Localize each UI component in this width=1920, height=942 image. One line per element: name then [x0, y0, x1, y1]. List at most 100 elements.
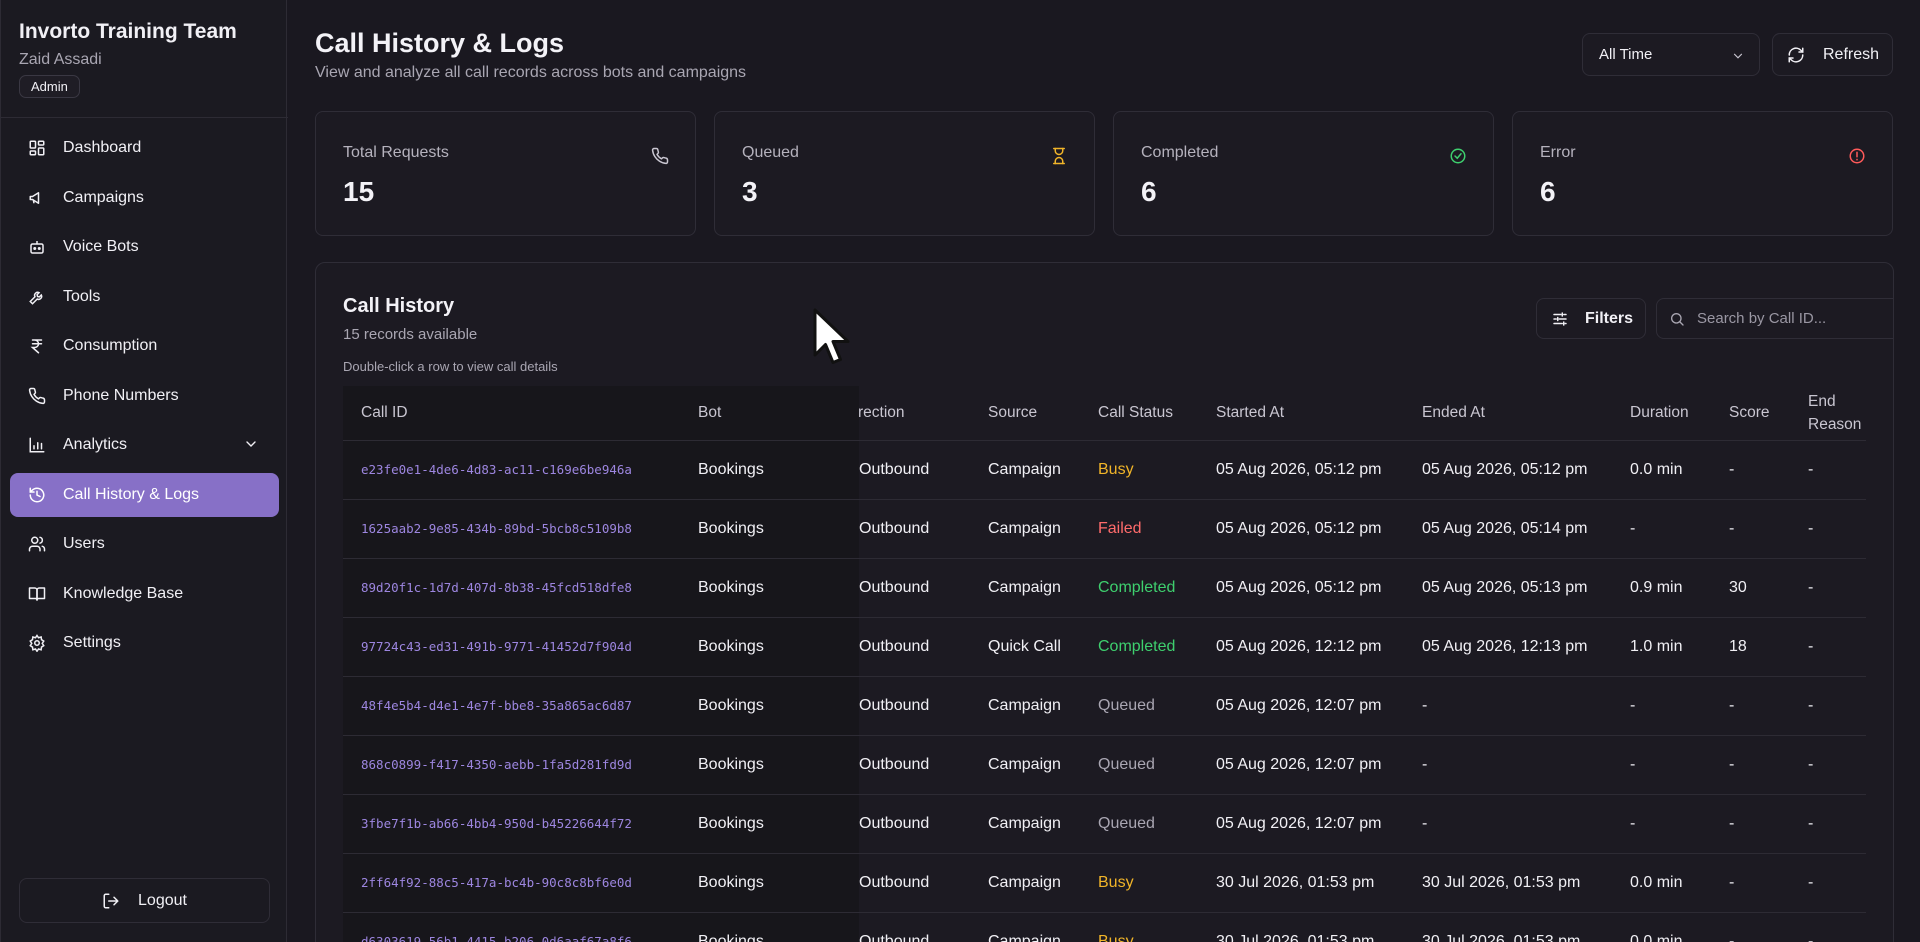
hourglass-icon	[1053, 147, 1065, 165]
sidebar-item-call-history[interactable]: Call History & Logs	[10, 472, 279, 517]
sidebar-item-voice-bots[interactable]: Voice Bots	[10, 225, 279, 269]
column-header-end-reason[interactable]: End Reason	[1790, 386, 1866, 441]
search-input[interactable]	[1697, 310, 1893, 327]
filters-label: Filters	[1585, 309, 1634, 327]
status-cell: Completed	[1080, 617, 1198, 677]
sidebar-item-campaigns[interactable]: Campaigns	[10, 176, 279, 220]
refresh-button[interactable]: Refresh	[1772, 33, 1893, 76]
call-id-cell[interactable]: e23fe0e1-4de6-4d83-ac11-c169e6be946a	[343, 440, 680, 500]
ended-at-cell: 05 Aug 2026, 12:13 pm	[1404, 617, 1612, 677]
table-row[interactable]: 868c0899-f417-4350-aebb-1fa5d281fd9d Boo…	[343, 735, 1866, 795]
sidebar-item-users[interactable]: Users	[10, 522, 279, 566]
table-row[interactable]: d6303619-56b1-4415-b206-0d6aaf67a8f6 Boo…	[343, 912, 1866, 942]
source-cell: Campaign	[970, 440, 1080, 500]
score-cell: -	[1711, 440, 1790, 500]
direction-cell: Outbound	[859, 676, 970, 736]
score-cell: 18	[1711, 617, 1790, 677]
column-header-ended-at[interactable]: Ended At	[1404, 386, 1612, 441]
column-header-score[interactable]: Score	[1711, 386, 1790, 441]
source-cell: Campaign	[970, 853, 1080, 913]
call-id-cell[interactable]: 97724c43-ed31-491b-9771-41452d7f904d	[343, 617, 680, 677]
sidebar-item-label: Call History & Logs	[63, 485, 200, 503]
status-cell: Busy	[1080, 853, 1198, 913]
table-row[interactable]: e23fe0e1-4de6-4d83-ac11-c169e6be946a Boo…	[343, 440, 1866, 500]
call-id-cell[interactable]: 3fbe7f1b-ab66-4bb4-950d-b45226644f72	[343, 794, 680, 854]
score-cell: -	[1711, 853, 1790, 913]
started-at-cell: 30 Jul 2026, 01:53 pm	[1198, 853, 1404, 913]
sliders-icon	[1553, 311, 1567, 326]
duration-cell: -	[1612, 676, 1711, 736]
source-cell: Campaign	[970, 912, 1080, 942]
stat-card-queued: Queued 3	[714, 111, 1095, 236]
logout-button[interactable]: Logout	[19, 878, 270, 923]
time-range-select[interactable]: All Time	[1582, 33, 1760, 76]
chevron-down-icon[interactable]	[243, 436, 259, 452]
table-row[interactable]: 89d20f1c-1d7d-407d-8b38-45fcd518dfe8 Boo…	[343, 558, 1866, 618]
direction-cell: Outbound	[859, 794, 970, 854]
sidebar-item-label: Dashboard	[63, 139, 142, 156]
stat-label: Queued	[742, 144, 799, 161]
sidebar-item-knowledge-base[interactable]: Knowledge Base	[10, 572, 279, 616]
sidebar-item-dashboard[interactable]: Dashboard	[10, 126, 279, 170]
bot-cell: Bookings	[680, 735, 859, 795]
call-id-cell[interactable]: d6303619-56b1-4415-b206-0d6aaf67a8f6	[343, 912, 680, 942]
column-header-source[interactable]: Source	[970, 386, 1080, 441]
column-header-duration[interactable]: Duration	[1612, 386, 1711, 441]
direction-cell: Outbound	[859, 735, 970, 795]
table-row[interactable]: 1625aab2-9e85-434b-89bd-5bcb8c5109b8 Boo…	[343, 499, 1866, 559]
started-at-cell: 05 Aug 2026, 05:12 pm	[1198, 558, 1404, 618]
sidebar-item-tools[interactable]: Tools	[10, 275, 279, 319]
started-at-cell: 05 Aug 2026, 12:07 pm	[1198, 735, 1404, 795]
column-header-direction[interactable]: rection	[858, 386, 970, 441]
source-cell: Quick Call	[970, 617, 1080, 677]
logout-label: Logout	[138, 891, 187, 909]
app-window: Invorto Training Team Zaid Assadi Admin …	[0, 0, 1920, 942]
score-cell: -	[1711, 794, 1790, 854]
end-reason-cell: -	[1790, 853, 1866, 913]
column-header-started-at[interactable]: Started At	[1198, 386, 1404, 441]
phone-icon	[651, 147, 669, 165]
call-id-cell[interactable]: 89d20f1c-1d7d-407d-8b38-45fcd518dfe8	[343, 558, 680, 618]
table-row[interactable]: 3fbe7f1b-ab66-4bb4-950d-b45226644f72 Boo…	[343, 794, 1866, 854]
sidebar-item-label: Users	[63, 535, 105, 552]
filters-button[interactable]: Filters	[1536, 298, 1646, 339]
table-row[interactable]: 2ff64f92-88c5-417a-bc4b-90c8c8bf6e0d Boo…	[343, 853, 1866, 913]
ended-at-cell: -	[1404, 676, 1612, 736]
sidebar-item-settings[interactable]: Settings	[10, 621, 279, 665]
ended-at-cell: -	[1404, 735, 1612, 795]
sidebar-item-phone-numbers[interactable]: Phone Numbers	[10, 374, 279, 418]
column-header-call-id[interactable]: Call ID	[343, 386, 680, 441]
started-at-cell: 30 Jul 2026, 01:53 pm	[1198, 912, 1404, 942]
stat-label: Total Requests	[343, 144, 449, 161]
end-reason-cell: -	[1790, 499, 1866, 559]
duration-cell: -	[1612, 794, 1711, 854]
direction-cell: Outbound	[859, 558, 970, 618]
book-icon	[28, 586, 46, 601]
started-at-cell: 05 Aug 2026, 05:12 pm	[1198, 440, 1404, 500]
column-header-bot[interactable]: Bot	[680, 386, 859, 441]
table-row[interactable]: 48f4e5b4-d4e1-4e7f-bbe8-35a865ac6d87 Boo…	[343, 676, 1866, 736]
logout-icon	[103, 893, 119, 908]
card-title: Call History	[343, 295, 455, 317]
duration-cell: 0.0 min	[1612, 440, 1711, 500]
call-id-cell[interactable]: 48f4e5b4-d4e1-4e7f-bbe8-35a865ac6d87	[343, 676, 680, 736]
sidebar-divider	[1, 117, 288, 118]
status-cell: Completed	[1080, 558, 1198, 618]
search-field[interactable]	[1656, 298, 1893, 339]
table-row[interactable]: 97724c43-ed31-491b-9771-41452d7f904d Boo…	[343, 617, 1866, 677]
duration-cell: -	[1612, 735, 1711, 795]
sidebar-item-analytics[interactable]: Analytics	[10, 423, 279, 467]
status-cell: Queued	[1080, 794, 1198, 854]
call-id-cell[interactable]: 1625aab2-9e85-434b-89bd-5bcb8c5109b8	[343, 499, 680, 559]
rupee-icon	[30, 339, 43, 354]
call-id-cell[interactable]: 2ff64f92-88c5-417a-bc4b-90c8c8bf6e0d	[343, 853, 680, 913]
column-header-call-status[interactable]: Call Status	[1080, 386, 1198, 441]
end-reason-cell: -	[1790, 676, 1866, 736]
status-cell: Failed	[1080, 499, 1198, 559]
score-cell: -	[1711, 499, 1790, 559]
sidebar-item-consumption[interactable]: Consumption	[10, 324, 279, 368]
megaphone-icon	[29, 191, 40, 204]
call-id-cell[interactable]: 868c0899-f417-4350-aebb-1fa5d281fd9d	[343, 735, 680, 795]
ended-at-cell: -	[1404, 794, 1612, 854]
stat-value: 6	[1540, 176, 1556, 207]
